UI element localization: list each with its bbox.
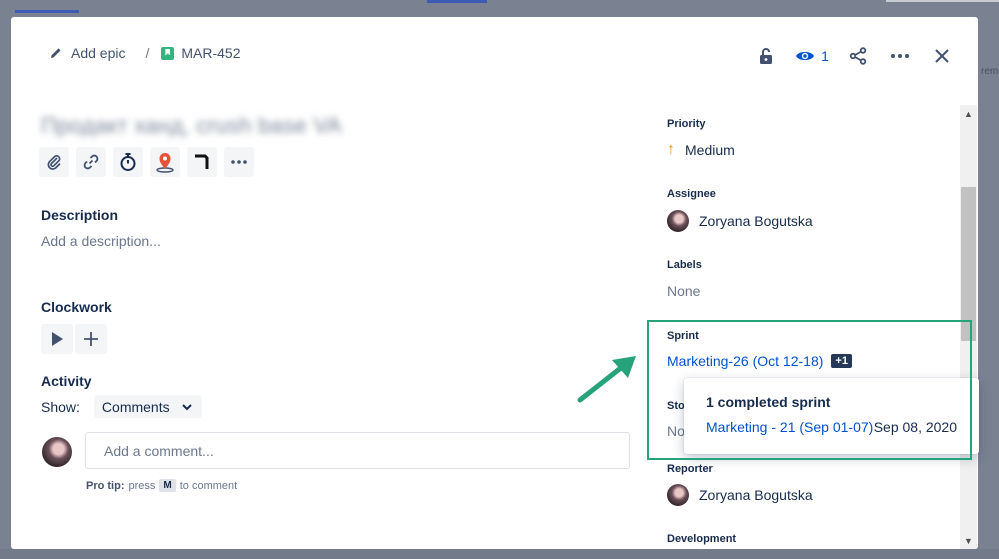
share-icon [849, 47, 867, 65]
play-icon [52, 332, 63, 346]
scroll-down-icon[interactable]: ▼ [960, 532, 977, 549]
lock-button[interactable] [748, 43, 784, 69]
unlock-icon [760, 48, 772, 64]
popup-title: 1 completed sprint [706, 394, 831, 410]
header-actions: 1 [742, 43, 960, 69]
watch-button[interactable]: 1 [790, 43, 834, 69]
scroll-up-icon[interactable]: ▲ [960, 105, 977, 122]
pro-tip-label: Pro tip: [86, 479, 125, 492]
plus-icon [84, 332, 98, 346]
background-search-field [886, 0, 999, 2]
watch-count: 1 [821, 48, 829, 64]
activity-filter: Show: Comments [41, 395, 202, 418]
completed-sprint-date: Sep 08, 2020 [873, 419, 957, 435]
start-timer-button[interactable] [41, 324, 73, 354]
comment-input[interactable]: Add a comment... [85, 432, 630, 469]
issue-title[interactable]: Продакт ханд, crush base VA [41, 113, 342, 139]
app-action-button[interactable] [187, 147, 217, 177]
share-button[interactable] [840, 43, 876, 69]
current-user-avatar [42, 437, 72, 467]
stopwatch-icon [120, 153, 136, 171]
background-text: rem [981, 66, 999, 77]
activity-show-dropdown[interactable]: Comments [93, 395, 202, 418]
close-button[interactable] [924, 43, 960, 69]
description-input[interactable]: Add a description... [41, 233, 161, 249]
story-points-field[interactable]: No [667, 423, 685, 439]
assignee-field[interactable]: Zoryana Bogutska [667, 210, 813, 232]
timer-button[interactable] [113, 147, 143, 177]
completed-sprint-link[interactable]: Marketing - 21 (Sep 01-07) [706, 419, 873, 435]
more-icon [231, 160, 247, 164]
quick-actions [39, 147, 254, 177]
comment-placeholder: Add a comment... [104, 442, 214, 459]
link-icon [83, 154, 99, 170]
scrollbar-thumb[interactable] [961, 187, 976, 341]
assignee-label: Assignee [667, 188, 716, 200]
hook-icon [195, 154, 209, 169]
sidebar-scrollbar[interactable]: ▲ ▼ [960, 105, 977, 549]
background-tab-indicator-2 [427, 0, 487, 3]
paperclip-icon [47, 154, 61, 170]
attach-button[interactable] [39, 147, 69, 177]
development-label: Development [667, 533, 737, 545]
sprint-field[interactable]: Marketing-26 (Oct 12-18) +1 [667, 353, 852, 369]
labels-label: Labels [667, 259, 702, 271]
background-board [0, 549, 999, 559]
priority-label: Priority [667, 118, 706, 130]
map-pin-icon [156, 153, 174, 173]
annotation-arrow-icon [577, 356, 636, 403]
show-selected-value: Comments [101, 399, 170, 415]
arrow-up-icon: ↑ [667, 141, 675, 158]
story-type-icon [161, 46, 175, 60]
eye-icon [796, 51, 815, 61]
show-label: Show: [41, 398, 80, 415]
close-icon [935, 49, 949, 63]
keyboard-shortcut-key: M [159, 479, 176, 492]
activity-heading: Activity [41, 373, 92, 389]
chevron-down-icon [181, 403, 192, 410]
add-epic-link[interactable]: Add epic [71, 45, 125, 61]
reporter-value: Zoryana Bogutska [699, 487, 813, 503]
add-worklog-button[interactable] [75, 324, 107, 354]
clockwork-controls [41, 324, 107, 354]
description-heading: Description [41, 207, 119, 223]
breadcrumb-separator: / [145, 45, 150, 61]
more-actions-button[interactable] [882, 43, 918, 69]
more-icon [891, 54, 909, 58]
priority-field[interactable]: ↑ Medium [667, 141, 735, 159]
priority-value: Medium [685, 142, 735, 158]
breadcrumb: Add epic / MAR-452 [49, 45, 241, 61]
sprint-label: Sprint [667, 330, 699, 342]
pencil-icon [51, 48, 61, 58]
assignee-avatar [667, 210, 689, 232]
more-sprints-badge[interactable]: +1 [831, 354, 852, 368]
issue-key-link[interactable]: MAR-452 [181, 45, 240, 61]
labels-field[interactable]: None [667, 283, 700, 299]
clockwork-heading: Clockwork [41, 299, 112, 315]
link-issue-button[interactable] [76, 147, 106, 177]
sprint-link[interactable]: Marketing-26 (Oct 12-18) [667, 353, 823, 369]
pro-tip-post: to comment [179, 479, 238, 492]
reporter-avatar [667, 484, 689, 506]
assignee-value: Zoryana Bogutska [699, 213, 813, 229]
completed-sprints-popup: 1 completed sprint Marketing - 21 (Sep 0… [684, 378, 979, 454]
more-quick-actions-button[interactable] [224, 147, 254, 177]
issue-modal: Add epic / MAR-452 1 Продакт ханд, crush… [11, 17, 978, 549]
reporter-label: Reporter [667, 463, 713, 475]
background-tab-indicator [15, 10, 79, 13]
location-button[interactable] [150, 147, 180, 177]
pro-tip-pre: press [128, 479, 156, 492]
pro-tip: Pro tip: press M to comment [86, 479, 237, 492]
reporter-field[interactable]: Zoryana Bogutska [667, 484, 813, 506]
